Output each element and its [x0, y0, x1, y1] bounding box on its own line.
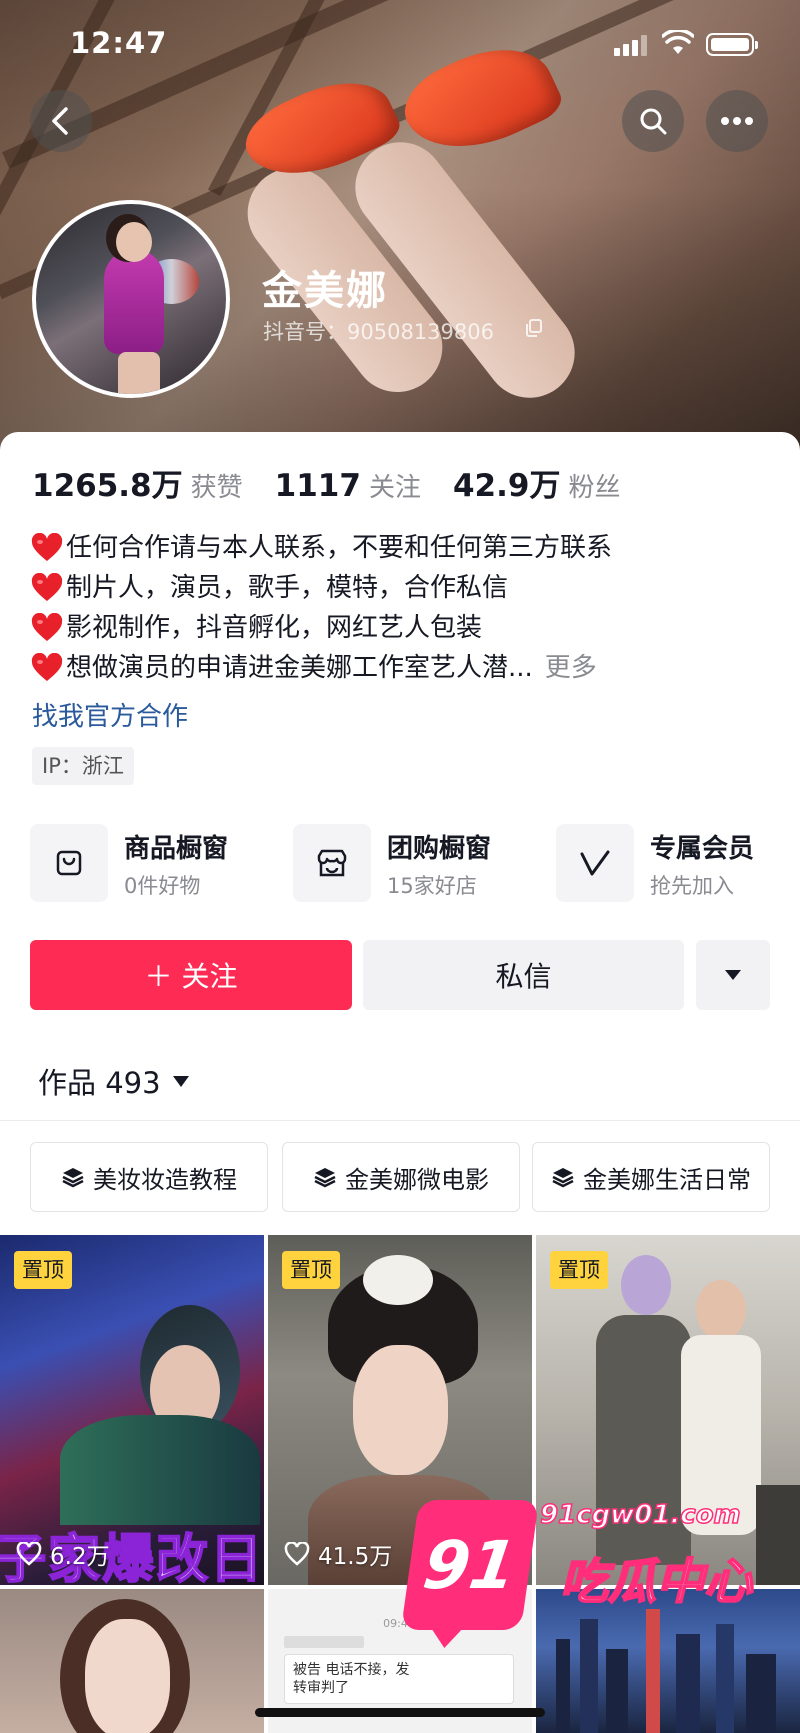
watermark-url: 91cgw01.com [539, 1499, 741, 1531]
bio[interactable]: 任何合作请与本人联系，不要和任何第三方联系 制片人，演员，歌手，模特，合作私信 … [30, 528, 770, 688]
shop-entry-subtitle: 抢先加入 [650, 874, 734, 898]
following-label[interactable]: 关注 [369, 467, 421, 504]
likes-count: 6.2万 [50, 1544, 110, 1570]
layers-icon [314, 1168, 336, 1188]
search-icon [640, 108, 667, 135]
product-showcase-entry[interactable]: 商品橱窗 0件好物 [30, 824, 270, 904]
status-time: 12:47 [70, 26, 168, 60]
more-options-button[interactable] [706, 90, 768, 152]
video-tile[interactable] [0, 1589, 264, 1733]
bio-text: 想做演员的申请进金美娜工作室艺人潜... [66, 653, 533, 683]
collection-label: 美妆妆造教程 [93, 1165, 237, 1194]
bio-text: 任何合作请与本人联系，不要和任何第三方联系 [66, 533, 613, 563]
home-indicator [255, 1708, 545, 1717]
heart-emoji-icon [31, 653, 63, 681]
shop-entry-title: 专属会员 [650, 834, 755, 864]
pinned-badge: 置顶 [14, 1251, 72, 1289]
tab-works[interactable]: 作品 493 [38, 1060, 189, 1102]
watermark-name: 吃瓜中心 [559, 1553, 753, 1611]
collection-chip[interactable]: 金美娜生活日常 [532, 1142, 770, 1212]
collection-chip[interactable]: 金美娜微电影 [282, 1142, 520, 1212]
stats-row: 1265.8万 获赞 1117 关注 42.9万 粉丝 [32, 460, 652, 504]
shop-entries: 商品橱窗 0件好物 团购橱窗 15家好店 专属会员 抢先加入 [30, 824, 790, 904]
heart-outline-icon [284, 1542, 310, 1566]
bio-line: 想做演员的申请进金美娜工作室艺人潜... 更多 [30, 648, 770, 688]
official-cooperation-link[interactable]: 找我官方合作 [32, 696, 188, 733]
membership-entry[interactable]: 专属会员 抢先加入 [556, 824, 790, 904]
bag-icon [30, 824, 108, 902]
likes-count: 1265.8万 [32, 468, 183, 504]
likes-label: 获赞 [190, 473, 243, 503]
video-likes: 6.2万 [16, 1537, 110, 1571]
profile-name: 金美娜 [262, 268, 388, 314]
vip-v-icon [556, 824, 634, 902]
wifi-icon [662, 30, 694, 54]
shop-entry-subtitle: 15家好店 [387, 874, 477, 898]
shop-entry-subtitle: 0件好物 [124, 874, 201, 898]
more-dots-icon [721, 117, 753, 125]
collection-label: 金美娜微电影 [345, 1165, 489, 1194]
collection-chip[interactable]: 美妆妆造教程 [30, 1142, 268, 1212]
pinned-badge: 置顶 [282, 1251, 340, 1289]
watermark-logo: 91 91cgw01.com 吃瓜中心 [400, 1470, 753, 1650]
collection-label: 金美娜生活日常 [583, 1165, 751, 1194]
signal-icon [614, 34, 650, 56]
message-button[interactable]: 私信 [363, 940, 684, 1010]
watermark-badge: 91 [400, 1500, 540, 1630]
avatar[interactable] [32, 200, 230, 398]
ip-location-badge: IP：浙江 [32, 747, 134, 785]
chat-bubble: 被告 电话不接，发 转审判了 [284, 1654, 514, 1704]
heart-outline-icon [16, 1542, 42, 1566]
layers-icon [552, 1168, 574, 1188]
back-button[interactable] [30, 90, 92, 152]
pinned-badge: 置顶 [550, 1251, 608, 1289]
likes-count: 41.5万 [318, 1544, 393, 1570]
followers-count[interactable]: 42.9万 [453, 460, 561, 505]
video-likes: 41.5万 [284, 1537, 392, 1571]
battery-icon [706, 33, 758, 56]
bio-text: 制片人，演员，歌手，模特，合作私信 [66, 573, 509, 603]
more-actions-button[interactable] [696, 940, 770, 1010]
shop-entry-title: 商品橱窗 [124, 834, 229, 864]
bio-line: 影视制作，抖音孵化，网红艺人包装 [30, 608, 770, 648]
status-bar: 12:47 [0, 20, 800, 70]
bio-line: 制片人，演员，歌手，模特，合作私信 [30, 568, 770, 608]
store-icon [293, 824, 371, 902]
bio-more-link[interactable]: 更多 [545, 648, 597, 688]
caret-down-icon [172, 1075, 189, 1087]
collections-row: 美妆妆造教程 金美娜微电影 金美娜生活日常 [30, 1142, 800, 1212]
shop-entry-title: 团购橱窗 [387, 834, 492, 864]
heart-emoji-icon [31, 533, 63, 561]
douyin-id: 抖音号：90508139806 [263, 320, 494, 344]
group-buy-showcase-entry[interactable]: 团购橱窗 15家好店 [293, 824, 533, 904]
caret-down-icon [725, 970, 741, 980]
bio-line: 任何合作请与本人联系，不要和任何第三方联系 [30, 528, 770, 568]
layers-icon [62, 1168, 84, 1188]
works-tab-label: 作品 493 [38, 1066, 161, 1100]
divider [0, 1120, 800, 1121]
video-tile[interactable]: 置顶 子家爆改日记 6.2万 [0, 1235, 264, 1585]
follow-button[interactable]: ＋ 关注 [30, 940, 352, 1010]
copy-icon[interactable] [524, 318, 544, 338]
heart-emoji-icon [31, 573, 63, 601]
followers-label[interactable]: 粉丝 [568, 467, 620, 504]
search-button[interactable] [622, 90, 684, 152]
following-count[interactable]: 1117 [275, 468, 361, 504]
bio-text: 影视制作，抖音孵化，网红艺人包装 [66, 613, 483, 643]
chevron-left-icon [52, 107, 68, 135]
heart-emoji-icon [31, 613, 63, 641]
